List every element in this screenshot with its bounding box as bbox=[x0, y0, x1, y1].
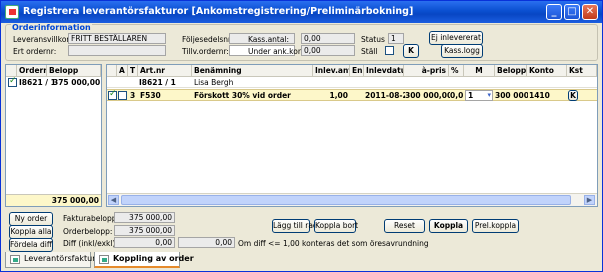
lines-header-apris[interactable]: à-pris bbox=[404, 65, 449, 77]
row-apris[interactable]: 300 000,00 bbox=[404, 90, 450, 101]
k-button[interactable]: K bbox=[403, 44, 419, 58]
reset-button[interactable]: Reset bbox=[384, 219, 425, 233]
order-row-belopp: 375 000,00 bbox=[53, 78, 100, 87]
row-inlevdatum[interactable]: 2011-08-22 bbox=[364, 90, 405, 101]
row-pct[interactable]: 0,0 bbox=[449, 90, 464, 101]
koppla-button[interactable]: Koppla bbox=[429, 219, 468, 233]
row-m-select[interactable]: 1 ▾ bbox=[465, 90, 493, 101]
row-t: 3 bbox=[130, 91, 136, 100]
status-field[interactable]: 1 bbox=[388, 33, 404, 44]
table-row[interactable]: 3 F530 Förskott 30% vid order 1,00 2011-… bbox=[107, 89, 597, 101]
window: Registrera leverantörsfakturor [Ankomstr… bbox=[0, 0, 603, 272]
window-title: Registrera leverantörsfakturor [Ankomstr… bbox=[23, 6, 414, 17]
row-benamning: Lisa Bergh bbox=[194, 78, 234, 87]
lagg-till-rad-button[interactable]: Lägg till rad bbox=[272, 219, 318, 233]
leveransvillkor-label: Leveransvillkor: bbox=[13, 35, 72, 44]
order-total-value: 375 000,00 bbox=[51, 196, 99, 205]
lines-header-kst[interactable]: Kst bbox=[567, 65, 597, 77]
lines-header-select bbox=[107, 65, 117, 77]
leveransvillkor-field[interactable]: FRITT BESTÄLLAREN bbox=[68, 33, 166, 44]
fordela-diff-button[interactable]: Fördela diff bbox=[9, 238, 53, 252]
foljesedelsnr-label: Följesedelsnr: bbox=[182, 35, 234, 44]
tab-label: Leverantörsfaktura bbox=[24, 254, 101, 263]
scroll-left-icon[interactable]: ◀ bbox=[108, 195, 119, 205]
invoice-icon bbox=[10, 255, 20, 264]
scroll-right-icon[interactable]: ▶ bbox=[584, 195, 595, 205]
row-select-checkbox[interactable] bbox=[108, 89, 117, 100]
tab-label: Koppling av order bbox=[113, 254, 194, 263]
lines-header-artnr[interactable]: Art.nr bbox=[138, 65, 192, 77]
tab-koppling-av-order[interactable]: Koppling av order bbox=[94, 252, 194, 268]
lines-header-benamning[interactable]: Benämning bbox=[192, 65, 313, 77]
prel-koppla-button[interactable]: Prel.koppla bbox=[472, 219, 519, 233]
under-ank-kontr-field[interactable]: 0,00 bbox=[301, 45, 355, 56]
stall-checkbox[interactable] bbox=[385, 46, 394, 55]
chevron-down-icon: ▾ bbox=[487, 91, 491, 99]
kass-antal-field[interactable]: 0,00 bbox=[301, 33, 355, 44]
lines-header-t[interactable]: T bbox=[128, 65, 138, 77]
table-row[interactable]: I8621 / 1 Lisa Bergh bbox=[107, 77, 597, 88]
lines-table: A T Art.nr Benämning Inlev.ant Enh Inlev… bbox=[106, 64, 598, 207]
scroll-thumb[interactable] bbox=[121, 195, 571, 205]
fakturabelopp-label: Fakturabelopp: bbox=[63, 214, 120, 223]
row-artnr: I8621 / 1 bbox=[139, 78, 176, 87]
koppla-alla-button[interactable]: Koppla alla bbox=[9, 225, 53, 239]
row-a-checkbox[interactable] bbox=[118, 91, 127, 100]
lines-header-pct[interactable]: % bbox=[449, 65, 464, 77]
lines-header-m[interactable]: M bbox=[464, 65, 495, 77]
app-icon bbox=[5, 5, 19, 19]
status-label: Status bbox=[361, 35, 385, 44]
row-konto[interactable]: 1410 bbox=[528, 90, 564, 101]
minimize-button[interactable]: _ bbox=[546, 4, 562, 20]
stall-label: Ställ bbox=[361, 47, 378, 56]
lines-header-inlevant[interactable]: Inlev.ant bbox=[313, 65, 350, 77]
lines-header-belopp[interactable]: Belopp bbox=[495, 65, 527, 77]
lines-header-enh[interactable]: Enh bbox=[350, 65, 364, 77]
order-row-checkbox[interactable] bbox=[8, 76, 17, 87]
lines-header-a[interactable]: A bbox=[117, 65, 128, 77]
orderbelopp-field: 375 000,00 bbox=[114, 225, 175, 236]
maximize-button[interactable]: □ bbox=[564, 4, 580, 20]
ny-order-button[interactable]: Ny order bbox=[9, 212, 53, 226]
diff-exkl-field: 0,00 bbox=[178, 237, 235, 248]
row-kst-button[interactable]: K bbox=[568, 90, 578, 101]
row-inlevant[interactable]: 1,00 bbox=[313, 90, 349, 101]
koppla-bort-button[interactable]: Koppla bort bbox=[314, 219, 358, 233]
order-list-header-belopp[interactable]: Belopp bbox=[47, 65, 101, 77]
row-artnr: F530 bbox=[140, 91, 161, 100]
fakturabelopp-field: 375 000,00 bbox=[114, 212, 175, 223]
lines-header-konto[interactable]: Konto bbox=[527, 65, 567, 77]
title-bar[interactable]: Registrera leverantörsfakturor [Ankomstr… bbox=[1, 1, 602, 23]
link-order-icon bbox=[99, 255, 109, 264]
lines-header-inlevdatum[interactable]: Inlevdatum bbox=[364, 65, 404, 77]
close-button[interactable]: ✕ bbox=[582, 4, 598, 20]
diff-note: Om diff <= 1,00 konteras det som öresavr… bbox=[238, 239, 429, 248]
order-list-header-ordernr[interactable]: Ordernr bbox=[17, 65, 47, 77]
ert-ordernr-label: Ert ordernr: bbox=[13, 47, 57, 56]
kass-logg-button[interactable]: Kass.logg bbox=[441, 44, 483, 58]
order-list-panel: Ordernr Belopp I8621 / 1 375 000,00 375 … bbox=[5, 64, 102, 207]
row-benamning: Förskott 30% vid order bbox=[194, 91, 291, 100]
row-belopp[interactable]: 300 000,00 bbox=[494, 90, 528, 101]
horizontal-scrollbar[interactable]: ◀ ▶ bbox=[107, 193, 597, 206]
tillv-ordernr-label: Tillv.ordernr: bbox=[182, 47, 229, 56]
tab-leverantorsfaktura[interactable]: Leverantörsfaktura bbox=[5, 252, 100, 268]
order-list-row[interactable]: I8621 / 1 375 000,00 bbox=[6, 76, 101, 88]
kass-antal-label: Kass.antal: bbox=[248, 35, 290, 44]
order-total-row: 375 000,00 bbox=[6, 194, 101, 206]
order-info-title: Orderinformation bbox=[11, 23, 92, 32]
ej-inlevererat-button[interactable]: Ej inlevererat bbox=[429, 31, 483, 45]
orderbelopp-label: Orderbelopp: bbox=[63, 227, 113, 236]
ert-ordernr-field[interactable] bbox=[68, 45, 166, 56]
row-m-value: 1 bbox=[468, 91, 474, 100]
diff-label: Diff (inkl/exkl): bbox=[63, 239, 118, 248]
diff-inkl-field: 0,00 bbox=[114, 237, 175, 248]
